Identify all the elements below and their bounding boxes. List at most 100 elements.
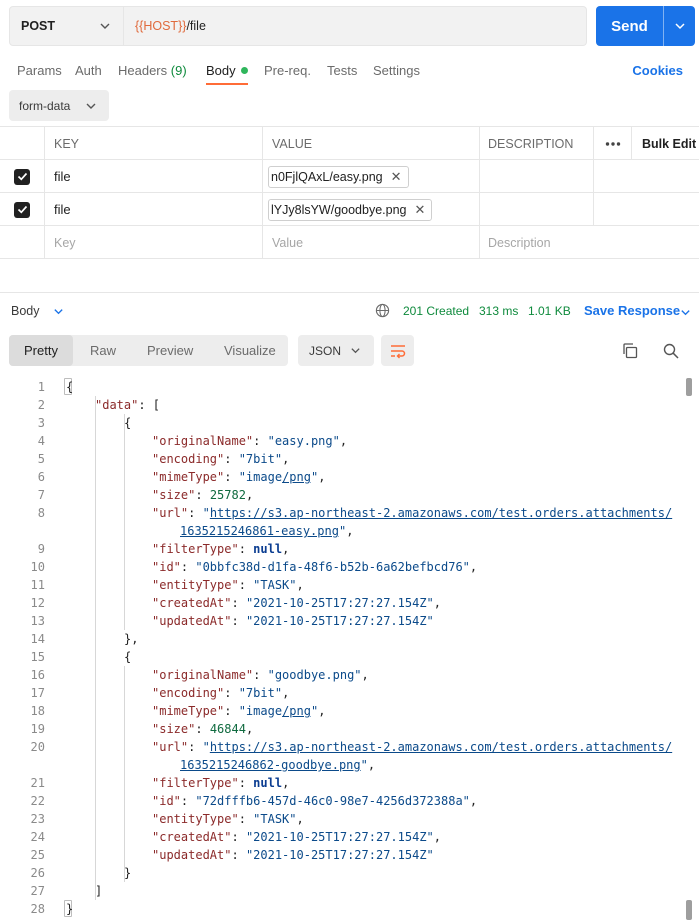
send-button[interactable]: Send xyxy=(596,6,695,46)
url-input[interactable]: {{HOST}}/file xyxy=(124,6,587,46)
code-line: "url": "https://s3.ap-northeast-2.amazon… xyxy=(152,740,673,754)
tab-settings[interactable]: Settings xyxy=(373,63,420,78)
format-select[interactable]: JSON xyxy=(298,335,374,366)
file-name: lYJy8lsYW/goodbye.png xyxy=(271,202,407,217)
json-link[interactable]: https://s3.ap-northeast-2.amazonaws.com/… xyxy=(210,506,672,520)
new-key-input[interactable]: Key xyxy=(45,226,263,259)
row-key: file xyxy=(54,169,71,184)
tab-body-label: Body xyxy=(206,63,236,78)
globe-icon[interactable] xyxy=(375,303,390,318)
search-icon[interactable] xyxy=(662,342,680,360)
line-number: 26 xyxy=(30,866,45,880)
tab-pretty[interactable]: Pretty xyxy=(9,335,73,366)
code-line: "size": 25782, xyxy=(152,488,254,502)
wrap-lines-button[interactable] xyxy=(381,335,414,366)
line-number: 12 xyxy=(30,596,45,610)
tab-body[interactable]: Body xyxy=(206,63,248,78)
response-size[interactable]: 1.01 KB xyxy=(528,304,571,318)
code-line: { xyxy=(124,650,132,664)
send-label: Send xyxy=(611,17,648,35)
scrollbar-thumb[interactable] xyxy=(686,378,692,396)
row-checkbox[interactable] xyxy=(14,168,30,185)
json-value: "0bbfc38d-d1fa-48f6-b52b-6a62befbcd76" xyxy=(195,560,470,574)
response-body-editor[interactable]: 1 { 2 "data": [ 3 { 4 "originalName": "easy.… xyxy=(0,378,699,924)
chevron-down-icon xyxy=(351,348,360,354)
row-checkbox[interactable] xyxy=(14,201,30,218)
json-key: "url" xyxy=(152,506,189,520)
json-number: 25782 xyxy=(209,488,246,502)
code-line: "createdAt": "2021-10-25T17:27:27.154Z", xyxy=(152,830,442,844)
line-number: 14 xyxy=(30,632,45,646)
body-indicator-dot xyxy=(240,67,248,74)
json-link[interactable]: 1635215246861-easy.png xyxy=(180,524,339,538)
json-link[interactable]: 1635215246862-goodbye.png xyxy=(180,758,361,772)
json-key: "filterType" xyxy=(152,542,239,556)
code-line: "entityType": "TASK", xyxy=(152,812,304,826)
code-line: }, xyxy=(124,632,139,646)
checkmark-icon xyxy=(17,205,27,214)
row-key-cell[interactable]: file xyxy=(45,193,263,226)
row-value-cell[interactable]: lYJy8lsYW/goodbye.png ✕ xyxy=(263,193,480,226)
file-chip: lYJy8lsYW/goodbye.png ✕ xyxy=(268,198,433,221)
line-number: 6 xyxy=(37,470,45,484)
json-key: "updatedAt" xyxy=(152,848,232,862)
body-type-label: form-data xyxy=(19,98,71,113)
file-chip: n0FjlQAxL/easy.png ✕ xyxy=(268,165,409,188)
json-link[interactable]: /png xyxy=(282,704,311,718)
pane-divider[interactable] xyxy=(0,292,699,293)
remove-file-icon[interactable]: ✕ xyxy=(391,169,402,185)
bulk-edit-button[interactable]: Bulk Edit xyxy=(632,127,699,160)
scrollbar-thumb[interactable] xyxy=(686,900,692,920)
json-key: "originalName" xyxy=(152,434,254,448)
code-line: "originalName": "easy.png", xyxy=(152,434,348,448)
row-description-cell[interactable] xyxy=(480,193,594,226)
row-value-cell[interactable]: n0FjlQAxL/easy.png ✕ xyxy=(263,160,480,193)
save-response-button[interactable]: Save Response xyxy=(584,303,690,318)
copy-icon[interactable] xyxy=(621,342,639,360)
code-line: "filterType": null, xyxy=(152,776,290,790)
tab-pre-request[interactable]: Pre-req. xyxy=(264,63,311,78)
send-options-button[interactable] xyxy=(664,6,695,46)
tab-preview[interactable]: Preview xyxy=(147,335,193,366)
method-select[interactable]: POST xyxy=(9,6,124,46)
cookies-link[interactable]: Cookies xyxy=(632,63,683,78)
tab-headers-label: Headers xyxy=(118,63,168,78)
json-link[interactable]: /png xyxy=(282,470,311,484)
line-number: 3 xyxy=(37,416,45,430)
line-number: 16 xyxy=(30,668,45,682)
line-number: 2 xyxy=(37,398,45,412)
code-line: "entityType": "TASK", xyxy=(152,578,304,592)
status-code[interactable]: 201 Created xyxy=(403,304,469,318)
tab-visualize[interactable]: Visualize xyxy=(224,335,276,366)
request-tabs: Params Auth Headers (9) Body Pre-req. Te… xyxy=(0,58,699,88)
response-time[interactable]: 313 ms xyxy=(479,304,518,318)
tab-headers[interactable]: Headers (9) xyxy=(118,63,187,78)
file-name: n0FjlQAxL/easy.png xyxy=(271,169,383,184)
row-description-cell[interactable] xyxy=(480,160,594,193)
remove-file-icon[interactable]: ✕ xyxy=(415,202,426,218)
chevron-down-icon xyxy=(674,23,685,30)
row-checkbox-cell xyxy=(0,193,45,226)
code-line: "mimeType": "image/png", xyxy=(152,704,326,718)
tab-auth[interactable]: Auth xyxy=(75,63,102,78)
new-description-input[interactable]: Description xyxy=(480,226,699,259)
tab-tests[interactable]: Tests xyxy=(327,63,357,78)
json-link[interactable]: https://s3.ap-northeast-2.amazonaws.com/… xyxy=(210,740,672,754)
more-options-button[interactable] xyxy=(594,127,632,160)
json-key: "updatedAt" xyxy=(152,614,232,628)
new-value-input[interactable]: Value xyxy=(263,226,480,259)
headers-count: (9) xyxy=(170,63,187,78)
json-key: "id" xyxy=(152,560,181,574)
chevron-down-icon xyxy=(100,23,110,29)
response-section-select[interactable]: Body xyxy=(11,304,63,318)
code-line: 1635215246862-goodbye.png", xyxy=(180,758,376,772)
body-type-select[interactable]: form-data xyxy=(9,90,109,121)
form-data-table: KEY VALUE DESCRIPTION Bulk Edit file n0F… xyxy=(0,126,699,259)
table-header-row: KEY VALUE DESCRIPTION Bulk Edit xyxy=(0,127,699,160)
tab-raw[interactable]: Raw xyxy=(90,335,116,366)
row-key-cell[interactable]: file xyxy=(45,160,263,193)
line-number: 1 xyxy=(37,380,45,394)
tab-params[interactable]: Params xyxy=(17,63,62,78)
code-line: "encoding": "7bit", xyxy=(152,686,290,700)
json-value: "2021-10-25T17:27:27.154Z" xyxy=(245,614,434,628)
